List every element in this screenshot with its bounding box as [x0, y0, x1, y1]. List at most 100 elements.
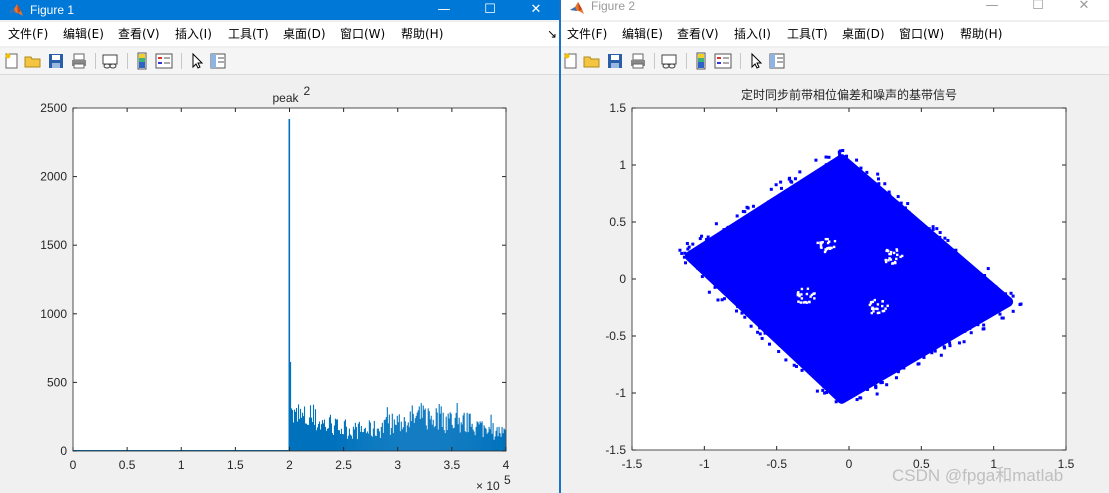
menu-edit[interactable]: 编辑(E) — [622, 26, 663, 42]
chart-title: 定时同步前带相位偏差和噪声的基带信号 — [741, 87, 957, 102]
constellation-chart[interactable]: -1.5 -1 -0.5 0 0.5 1 1.5-1.5-1-0.500.511.5定时同步… — [561, 76, 1109, 493]
histogram-bar — [440, 406, 442, 451]
scatter-point — [691, 242, 695, 246]
maximize-button[interactable]: ☐ — [467, 0, 513, 20]
scatter-point — [986, 267, 990, 271]
scatter-point — [968, 326, 972, 330]
scatter-point — [716, 298, 720, 302]
histogram-bar — [478, 424, 480, 451]
open-file-icon[interactable] — [583, 52, 601, 70]
link-plot-icon[interactable] — [101, 52, 119, 70]
scatter-point — [697, 248, 701, 252]
scatter-point — [779, 180, 783, 184]
menu-insert[interactable]: 插入(I) — [175, 26, 212, 42]
colorbar-icon[interactable] — [133, 52, 151, 70]
histogram-bar — [411, 405, 413, 451]
colorbar-icon[interactable] — [692, 52, 710, 70]
scatter-point — [687, 245, 691, 249]
centroid-gap — [895, 257, 898, 261]
histogram-bar — [334, 418, 336, 451]
x-tick-label: 3 — [394, 458, 401, 472]
histogram-bar — [353, 429, 355, 451]
menu-desktop[interactable]: 桌面(D) — [283, 26, 326, 42]
scatter-point — [685, 241, 689, 245]
menu-tools[interactable]: 工具(T) — [228, 26, 269, 42]
scatter-point — [875, 392, 879, 396]
menu-desktop[interactable]: 桌面(D) — [842, 26, 885, 42]
close-button[interactable]: ✕ — [1061, 0, 1107, 16]
centroid-gap — [820, 241, 823, 245]
print-icon[interactable] — [70, 52, 88, 70]
figure-toolbar — [561, 48, 1109, 75]
menu-window[interactable]: 窗口(W) — [340, 26, 385, 42]
close-button[interactable]: ✕ — [513, 0, 559, 20]
menu-insert[interactable]: 插入(I) — [734, 26, 771, 42]
y-tick-label: 1000 — [40, 307, 67, 321]
legend-icon[interactable] — [155, 52, 173, 70]
legend-icon[interactable] — [714, 52, 732, 70]
link-plot-icon[interactable] — [660, 52, 678, 70]
histogram-bar — [462, 415, 464, 451]
histogram-bar — [331, 433, 334, 451]
menu-help[interactable]: 帮助(H) — [960, 26, 1002, 42]
save-icon[interactable] — [606, 52, 624, 70]
print-icon[interactable] — [629, 52, 647, 70]
centroid-gap — [888, 252, 891, 256]
figure-1-window: Figure 1 — ☐ ✕ 文件(F) 编辑(E) 查看(V) 插入(I) 工… — [0, 0, 559, 493]
histogram-bar — [360, 425, 362, 451]
histogram-bar — [499, 433, 501, 451]
pointer-icon[interactable] — [188, 52, 206, 70]
pointer-icon[interactable] — [747, 52, 765, 70]
menu-edit[interactable]: 编辑(E) — [63, 26, 104, 42]
minimize-button[interactable]: — — [969, 0, 1015, 16]
histogram-peak-bar — [288, 118, 291, 451]
histogram-bar — [305, 423, 308, 451]
scatter-point — [760, 336, 764, 340]
scatter-point — [1001, 316, 1005, 320]
histogram-bar — [404, 421, 406, 451]
title-bar[interactable]: Figure 1 — ☐ ✕ — [0, 0, 559, 20]
scatter-point — [838, 149, 842, 153]
menu-file[interactable]: 文件(F) — [8, 26, 48, 42]
menu-help[interactable]: 帮助(H) — [401, 26, 443, 42]
histogram-bar — [369, 422, 371, 451]
menu-view[interactable]: 查看(V) — [677, 26, 719, 42]
histogram-bar — [414, 418, 416, 451]
scatter-point — [907, 210, 911, 214]
property-editor-icon[interactable] — [768, 52, 786, 70]
menu-overflow-icon[interactable]: ↘ — [547, 26, 557, 42]
title-bar[interactable]: Figure 2 — ☐ ✕ — [561, 0, 1109, 20]
property-editor-icon[interactable] — [209, 52, 227, 70]
menu-window[interactable]: 窗口(W) — [899, 26, 944, 42]
new-figure-icon[interactable] — [3, 52, 21, 70]
histogram-bar — [298, 418, 301, 451]
maximize-button[interactable]: ☐ — [1015, 0, 1061, 16]
scatter-point — [876, 172, 880, 176]
menu-view[interactable]: 查看(V) — [118, 26, 160, 42]
scatter-point — [982, 323, 986, 327]
histogram-bar — [443, 430, 445, 451]
menu-file[interactable]: 文件(F) — [567, 26, 607, 42]
histogram-bar — [373, 420, 375, 451]
minimize-button[interactable]: — — [421, 0, 467, 20]
histogram-chart[interactable]: 0 0.5 1 1.5 2 2.5 3 3.5 4 0 500 1000 1500 2000 2500 × 1… — [0, 76, 559, 493]
scatter-point — [682, 255, 686, 259]
x-tick-label: 3.5 — [444, 458, 461, 472]
x-tick-label: 2 — [286, 458, 293, 472]
scatter-point — [887, 190, 891, 194]
menu-tools[interactable]: 工具(T) — [787, 26, 828, 42]
scatter-point — [763, 329, 767, 333]
histogram-bar — [329, 414, 332, 451]
y-tick-label: 1 — [619, 158, 626, 172]
histogram-bar — [463, 412, 465, 451]
scatter-point — [720, 298, 724, 302]
new-figure-icon[interactable] — [562, 52, 580, 70]
open-file-icon[interactable] — [24, 52, 42, 70]
histogram-bar — [355, 427, 357, 451]
histogram-bar — [439, 413, 441, 451]
histogram-bar — [405, 432, 407, 451]
scatter-point — [720, 283, 724, 287]
y-tick-label: 0 — [60, 444, 67, 458]
save-icon[interactable] — [47, 52, 65, 70]
scatter-point — [982, 327, 986, 331]
